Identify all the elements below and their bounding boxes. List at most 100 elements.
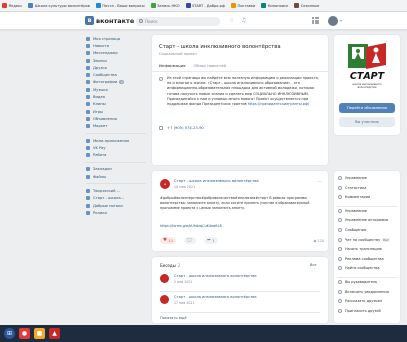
grants-link[interactable]: https://президентскиегранты.рф/ — [248, 102, 310, 106]
menu-item[interactable]: Сообщения — [338, 228, 366, 232]
sidebar-item-label: Сообщества — [93, 73, 117, 78]
music-icon[interactable]: ♫ — [241, 17, 246, 24]
menu-item[interactable]: Чат по сообществу Нет — [338, 237, 390, 242]
sidebar-item-icon — [86, 145, 90, 150]
repost-count: 1 — [212, 238, 215, 243]
bookmark-item[interactable]: Сезонные — [294, 3, 319, 8]
menu-item-icon — [338, 266, 342, 271]
bell-icon[interactable]: ♢ — [229, 17, 234, 24]
bookmark-item[interactable]: Поставки — [231, 3, 255, 8]
page-title: Старт - школа инклюзивного волонтёрства — [159, 44, 281, 50]
folder-icon[interactable]: ■ — [34, 328, 45, 339]
share-button[interactable]: ➦ 1 — [204, 237, 218, 244]
menu-item-icon — [338, 308, 342, 313]
sidebar-item[interactable]: Старт - школа... — [86, 195, 146, 202]
sidebar-item[interactable]: Друзья — [86, 64, 146, 71]
sidebar-item[interactable]: Закладки — [86, 166, 146, 173]
bookmark-item[interactable]: Запись НКО — [150, 3, 180, 8]
post-author-avatar[interactable]: ★ — [160, 179, 170, 189]
sidebar-item[interactable]: Новости — [86, 42, 146, 49]
menu-item[interactable]: Комментарии — [338, 195, 370, 200]
sidebar-item[interactable]: Файлы — [86, 173, 146, 180]
sidebar-item-icon — [86, 167, 90, 172]
sidebar-item[interactable]: Мессенджер — [86, 50, 146, 57]
menu-item[interactable]: Найти сообщества — [338, 266, 379, 271]
sidebar-item[interactable]: VK Pay — [86, 144, 146, 151]
sidebar-item[interactable]: Звонки — [86, 57, 146, 64]
sidebar-item[interactable]: Работа — [86, 151, 146, 158]
windows-start-icon[interactable]: ⊞ — [4, 328, 15, 339]
sidebar-item[interactable]: Музыка — [86, 86, 146, 93]
discussion-item[interactable]: Старт - школа инклюзивного волонтёрства … — [160, 294, 320, 312]
sidebar-item[interactable]: Добрые потоки — [86, 202, 146, 209]
sidebar-item-label: Маркет — [93, 124, 108, 129]
sidebar-item[interactable]: Маркет — [86, 123, 146, 130]
post-form-link[interactable]: https://forms.gle/bUhdzqCuK4eqftL6 — [160, 224, 222, 228]
sidebar-item-label: Клипы — [93, 102, 106, 107]
sidebar-item[interactable]: Клипы — [86, 101, 146, 108]
sidebar-item[interactable]: Моя страница — [86, 35, 146, 42]
chevron-down-icon[interactable]: ▾ — [340, 18, 342, 23]
member-button[interactable]: Вы участник — [339, 117, 395, 127]
bookmark-item[interactable]: Кинопоиск — [261, 3, 288, 8]
sidebar-item[interactable]: Объявления — [86, 115, 146, 122]
discussion-name[interactable]: Старт - школа инклюзивного волонтёрства — [174, 274, 257, 278]
search-input[interactable]: Поиск — [136, 16, 220, 26]
like-button[interactable]: ♥ 11 — [160, 237, 177, 244]
sidebar-item[interactable]: Видео — [86, 93, 146, 100]
sidebar-item[interactable]: Игры — [86, 108, 146, 115]
discussions-title-text: Беседы — [160, 263, 176, 268]
more-options-icon[interactable]: ⋯ — [317, 179, 322, 185]
sidebar-item-icon — [86, 95, 90, 100]
sidebar-item[interactable]: Творческий ... — [86, 187, 146, 194]
group-description: Из этой страницы вы найдёте всю полезную… — [159, 76, 319, 107]
menu-item-label: Сообщения — [345, 228, 367, 232]
discussions-more-label[interactable]: Показать ещё — [160, 316, 187, 320]
discussion-item[interactable]: Старт - школа инклюзивного волонтёрства … — [160, 273, 320, 291]
bookmark-item[interactable]: Школа культуры волонтёров — [28, 3, 90, 8]
bookmark-item[interactable]: START - Добро.рф — [185, 3, 225, 8]
apps-grid-icon[interactable] — [312, 17, 319, 24]
bookmark-item[interactable]: Яндекс — [2, 3, 22, 8]
sidebar-item[interactable]: Фотографии 2 — [86, 79, 146, 86]
app-icon[interactable]: ▲ — [49, 328, 60, 339]
discussions-more[interactable]: Показать ещё — [160, 315, 320, 323]
vk-logo[interactable]: в вконтакте — [85, 16, 134, 25]
menu-item[interactable]: Пригласить друзей — [338, 308, 381, 313]
sidebar-item[interactable]: Мини-приложения — [86, 137, 146, 144]
discussion-name[interactable]: Старт - школа инклюзивного волонтёрства — [174, 295, 257, 299]
sidebar-item-label: Игры — [93, 109, 103, 114]
sidebar-item-icon — [86, 109, 90, 114]
menu-item[interactable]: Управление историями — [338, 218, 388, 223]
bookmark-label: Школа культуры волонтёров — [34, 3, 90, 8]
menu-item[interactable]: Реклама сообщества — [338, 256, 384, 261]
logo-title: СТАРТ — [349, 71, 385, 82]
user-avatar[interactable] — [328, 15, 338, 26]
post-author[interactable]: Старт - школа инклюзивного волонтёрства — [174, 179, 259, 183]
menu-item[interactable]: Рассказать друзьям — [338, 299, 382, 304]
browser-icon[interactable]: ● — [19, 328, 30, 339]
sidebar-item[interactable]: Ролики — [86, 209, 146, 216]
bookmark-label: Яндекс — [8, 3, 23, 8]
menu-item[interactable]: Включить уведомления — [338, 289, 389, 294]
sidebar-item-icon — [86, 36, 90, 41]
sidebar-item-label: Мессенджер — [93, 51, 118, 56]
group-phone[interactable]: +7 (905) 074-23-90 — [159, 126, 204, 130]
sidebar-item-icon — [86, 174, 90, 179]
menu-item[interactable]: Статистика — [338, 185, 366, 190]
discussions-all-link[interactable]: Все — [310, 263, 316, 267]
comment-icon: □ — [187, 238, 192, 243]
menu-item[interactable]: Вы руководитель — [338, 280, 377, 284]
comment-button[interactable]: □ — [184, 237, 197, 244]
sidebar-item[interactable]: Сообщества — [86, 71, 146, 78]
like-count: 11 — [168, 238, 174, 243]
bookmark-label: Поставки — [237, 3, 256, 8]
post-date[interactable]: 10 мая 2021 — [174, 185, 195, 189]
sidebar-item-icon — [86, 43, 90, 48]
menu-item[interactable]: Управление — [338, 208, 367, 213]
menu-item[interactable]: Начать трансляцию — [338, 247, 382, 252]
menu-item[interactable]: Управление — [338, 176, 367, 180]
group-logo: СТАРТ школа инклюзивного волонтёрства — [342, 39, 392, 95]
bookmark-item[interactable]: Почта - Ваши вопросы — [95, 3, 145, 8]
message-button[interactable]: Перейти объявления — [339, 103, 395, 113]
